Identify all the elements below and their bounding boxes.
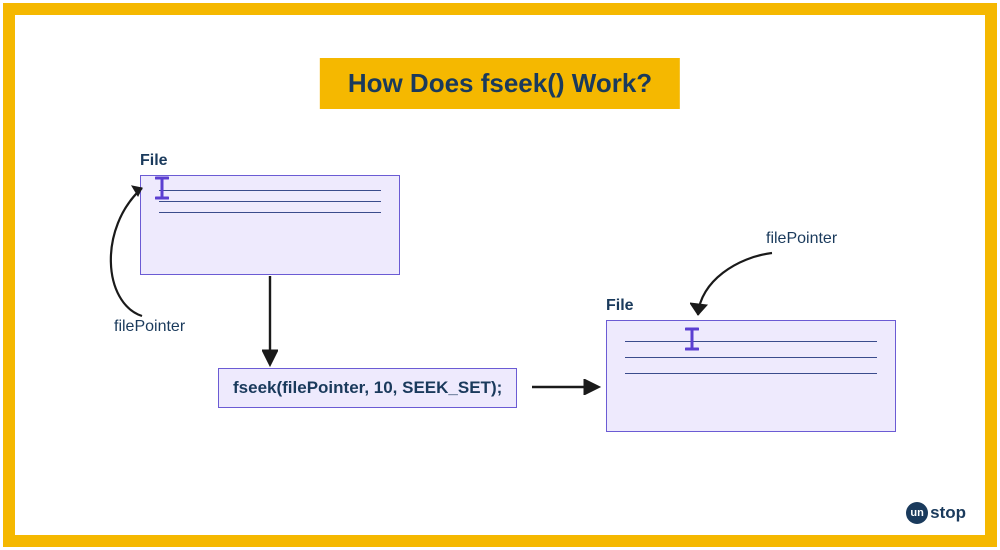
file1-line2 bbox=[159, 201, 381, 202]
file2-line2 bbox=[625, 357, 877, 358]
logo-circle-text: un bbox=[910, 507, 923, 519]
arrow-ptr2-to-cursor bbox=[690, 251, 780, 331]
arrow-ptr1-to-cursor bbox=[98, 178, 168, 323]
code-text: fseek(filePointer, 10, SEEK_SET); bbox=[233, 378, 502, 397]
diagram-canvas: How Does fseek() Work? File filePointer … bbox=[0, 0, 1000, 550]
file2-pointer-label: filePointer bbox=[766, 230, 837, 248]
code-box: fseek(filePointer, 10, SEEK_SET); bbox=[218, 368, 517, 408]
file2-line3 bbox=[625, 373, 877, 374]
file1-label: File bbox=[140, 152, 168, 170]
logo-text: stop bbox=[930, 503, 966, 523]
logo: un stop bbox=[906, 502, 966, 524]
file-box-after bbox=[606, 320, 896, 432]
title-text: How Does fseek() Work? bbox=[348, 68, 652, 98]
file2-label: File bbox=[606, 297, 634, 315]
arrow-code-to-file2 bbox=[532, 379, 602, 395]
logo-circle: un bbox=[906, 502, 928, 524]
title-badge: How Does fseek() Work? bbox=[320, 58, 680, 109]
file1-line3 bbox=[159, 212, 381, 213]
file-box-before bbox=[140, 175, 400, 275]
arrow-file1-to-code bbox=[262, 276, 278, 368]
file1-line1 bbox=[159, 190, 381, 191]
file2-line1 bbox=[625, 341, 877, 342]
